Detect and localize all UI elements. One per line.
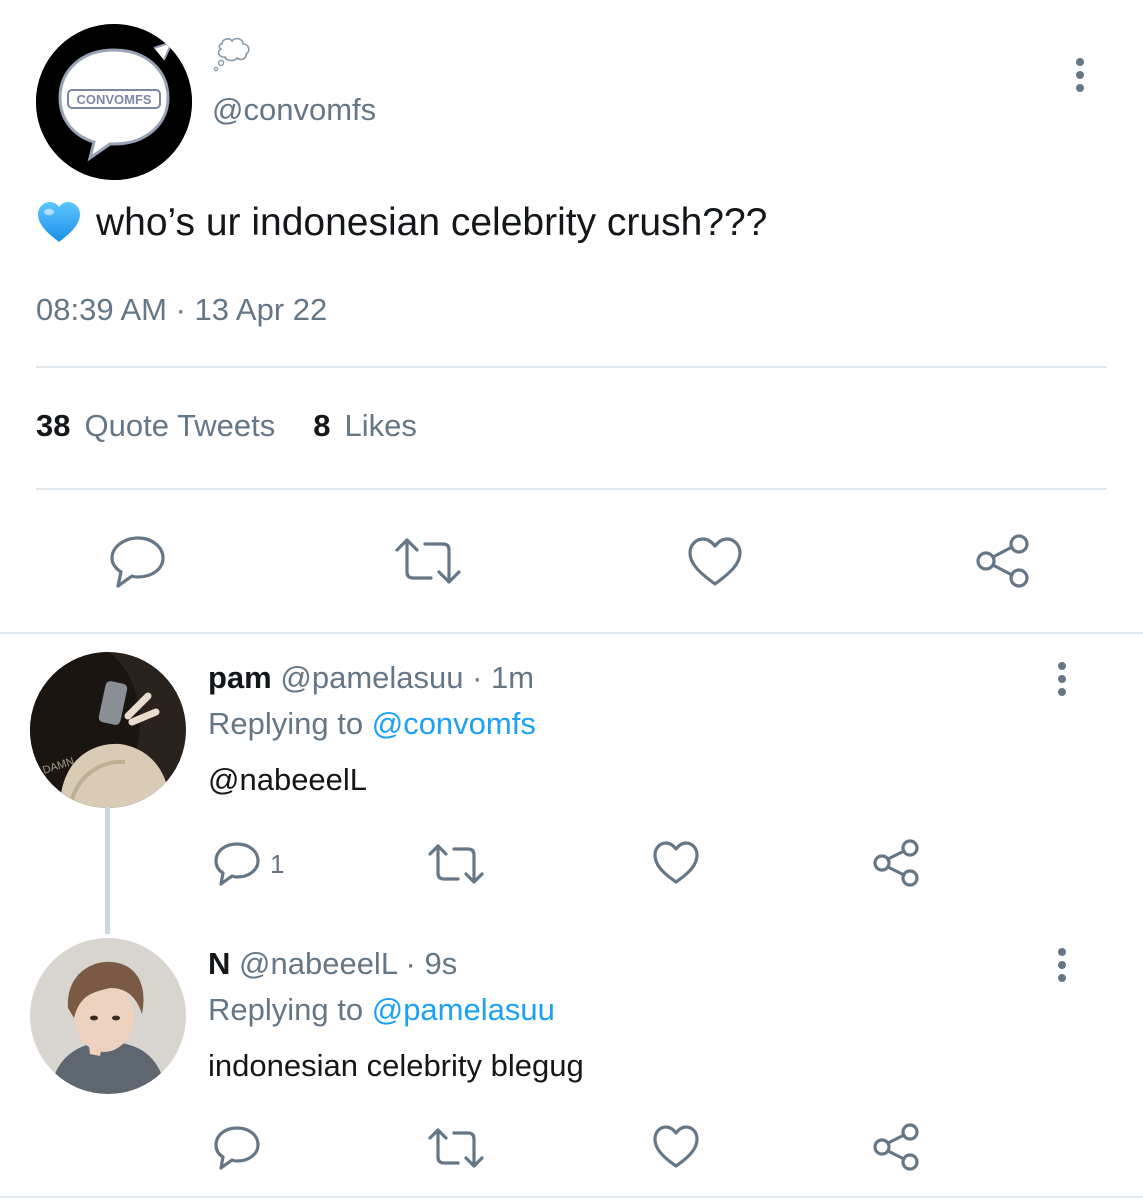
reply-count: 1 <box>270 848 285 879</box>
share-button[interactable] <box>974 532 1032 595</box>
reply-time: · 9s <box>405 946 458 981</box>
retweet-button[interactable] <box>393 536 463 591</box>
replying-to: Replying to @pamelasuu <box>208 992 555 1028</box>
avatar[interactable]: CONVOMFS <box>36 24 192 180</box>
share-icon <box>976 534 1029 588</box>
share-icon <box>873 1123 919 1171</box>
user-handle[interactable]: @nabeeelL <box>239 946 397 981</box>
replying-to: Replying to @convomfs <box>208 706 536 742</box>
author-handle[interactable]: @convomfs <box>212 92 376 128</box>
retweet-icon <box>428 1128 484 1168</box>
retweet-button[interactable] <box>426 842 486 891</box>
thread-line <box>105 806 110 934</box>
like-button[interactable] <box>651 1124 701 1175</box>
reply-icon <box>214 1126 260 1170</box>
tweet-stats: 38 Quote Tweets 8 Likes <box>36 408 417 444</box>
like-button[interactable] <box>686 536 744 593</box>
tweet-text: who’s ur indonesian celebrity crush??? <box>36 200 767 246</box>
reply-button[interactable]: 1 <box>212 840 284 888</box>
avatar-photo <box>30 938 186 1094</box>
divider <box>36 488 1107 490</box>
divider <box>0 1196 1143 1198</box>
reply-text[interactable]: @nabeeelL <box>208 762 367 798</box>
reply-text: indonesian celebrity blegug <box>208 1048 584 1083</box>
avatar-photo: DAMN <box>30 652 186 808</box>
mention-link[interactable]: @pamelasuu <box>372 992 555 1027</box>
mention-link[interactable]: @convomfs <box>372 706 536 741</box>
reply-icon <box>214 842 260 886</box>
logo-text: CONVOMFS <box>76 92 151 107</box>
display-name[interactable]: pam <box>208 660 272 695</box>
avatar[interactable]: DAMN <box>30 652 186 808</box>
reply-icon <box>110 536 165 588</box>
section-divider <box>0 632 1143 634</box>
heart-icon <box>653 1125 699 1168</box>
share-button[interactable] <box>872 838 922 893</box>
replying-label: Replying to <box>208 992 364 1027</box>
convomfs-logo: CONVOMFS <box>36 24 192 180</box>
share-button[interactable] <box>872 1122 922 1177</box>
quote-tweets-stat[interactable]: 38 Quote Tweets <box>36 408 275 444</box>
heart-icon <box>653 841 699 884</box>
avatar[interactable] <box>30 938 186 1094</box>
more-options-icon[interactable] <box>1050 660 1074 705</box>
reply-header: pam @pamelasuu · 1m <box>208 660 534 696</box>
divider <box>36 366 1107 368</box>
heart-icon <box>688 537 742 586</box>
share-icon <box>873 839 919 887</box>
like-button[interactable] <box>651 840 701 891</box>
likes-stat[interactable]: 8 Likes <box>313 408 417 444</box>
tweet-timestamp[interactable]: 08:39 AM · 13 Apr 22 <box>36 292 327 328</box>
display-name[interactable]: N <box>208 946 230 981</box>
retweet-icon <box>395 538 461 584</box>
thought-bubble-icon <box>212 36 252 72</box>
reply-time: · 1m <box>472 660 535 695</box>
more-options-icon[interactable] <box>1068 56 1092 96</box>
reply-header: N @nabeeelL · 9s <box>208 946 457 982</box>
reply-button[interactable] <box>108 534 168 595</box>
replying-label: Replying to <box>208 706 364 741</box>
reply-button[interactable] <box>212 1124 262 1177</box>
retweet-icon <box>428 844 484 884</box>
blue-heart-icon <box>38 202 80 242</box>
retweet-button[interactable] <box>426 1126 486 1175</box>
user-handle[interactable]: @pamelasuu <box>280 660 463 695</box>
more-options-icon[interactable] <box>1050 946 1074 991</box>
tweet-text-content: who’s ur indonesian celebrity crush??? <box>96 201 768 244</box>
